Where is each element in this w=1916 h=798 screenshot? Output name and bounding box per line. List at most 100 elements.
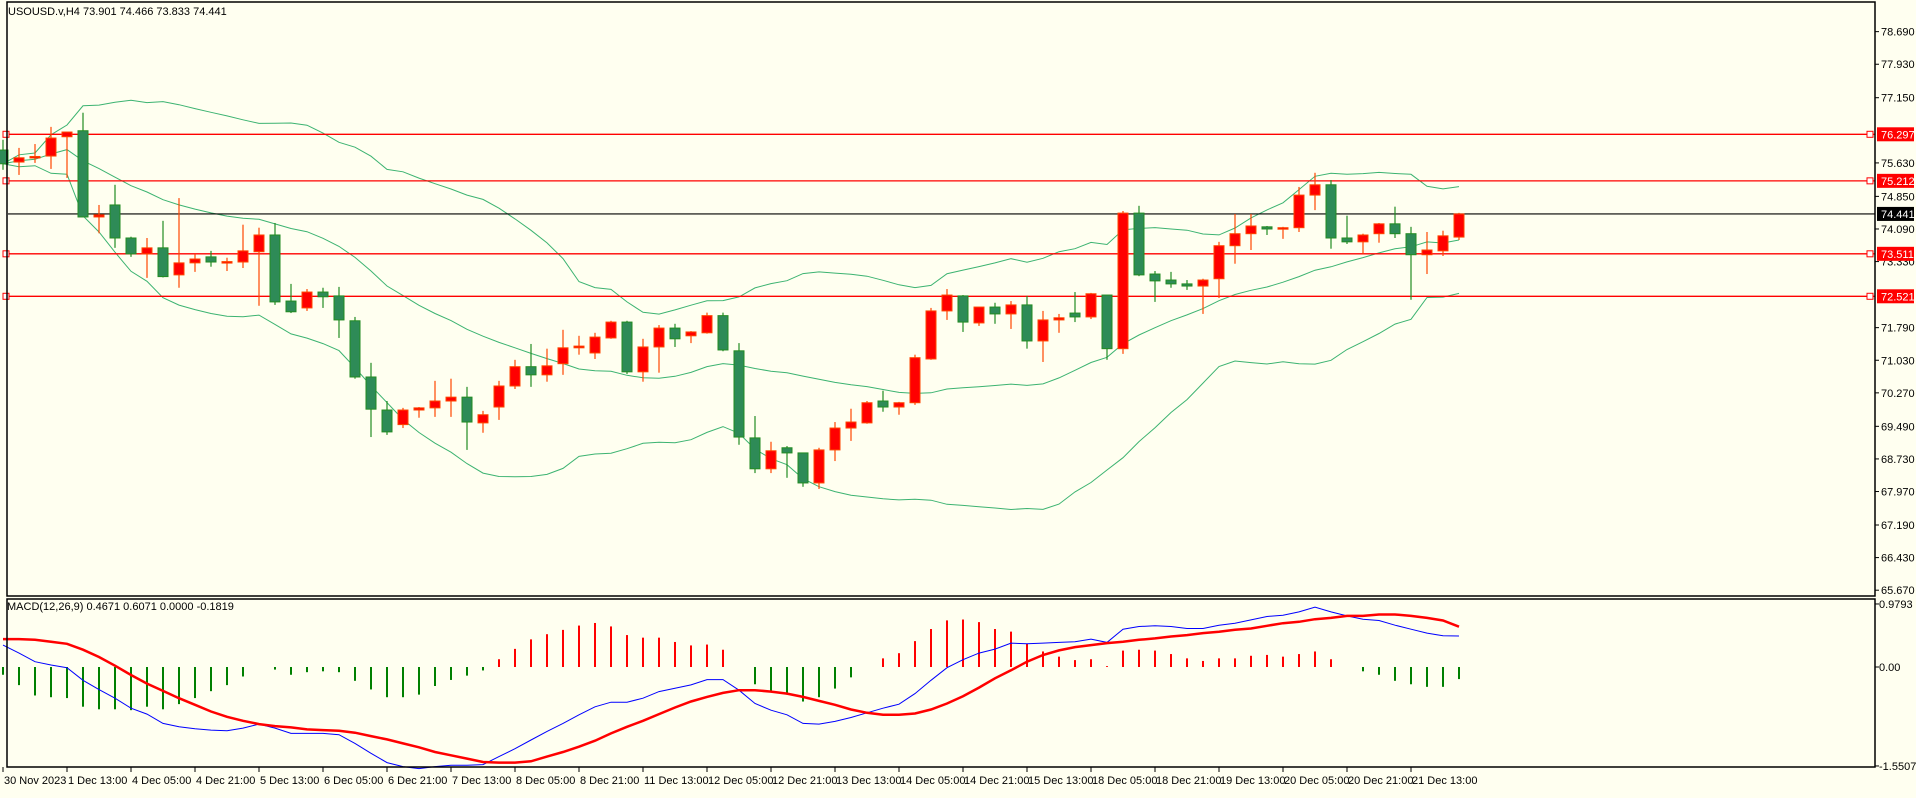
candle-body bbox=[397, 409, 409, 426]
candle-body bbox=[1197, 279, 1209, 287]
candle-body bbox=[573, 345, 585, 349]
time-axis-label: 30 Nov 2023 bbox=[4, 775, 66, 787]
candle bbox=[605, 320, 617, 339]
candle-body bbox=[797, 452, 809, 484]
candle-body bbox=[221, 261, 233, 264]
candle-body bbox=[925, 310, 937, 360]
candle bbox=[621, 320, 633, 374]
candle bbox=[1117, 210, 1129, 354]
candle-body bbox=[781, 447, 793, 454]
candle-body bbox=[429, 400, 441, 409]
candle-body bbox=[685, 331, 697, 337]
candle-body bbox=[1389, 223, 1401, 235]
candle-body bbox=[1437, 235, 1449, 252]
time-axis-label: 6 Dec 05:00 bbox=[324, 775, 383, 787]
candle bbox=[701, 312, 713, 334]
candle-body bbox=[557, 347, 569, 365]
candle-body bbox=[269, 234, 281, 303]
candle bbox=[717, 312, 729, 352]
time-axis-label: 4 Dec 21:00 bbox=[196, 775, 255, 787]
time-axis-label: 4 Dec 05:00 bbox=[132, 775, 191, 787]
level-price-label: 72.521 bbox=[1881, 291, 1915, 303]
candle-body bbox=[525, 366, 537, 376]
time-axis-label: 18 Dec 05:00 bbox=[1092, 775, 1157, 787]
price-axis-label: 65.670 bbox=[1881, 585, 1915, 597]
candle-body bbox=[413, 407, 425, 411]
candle-body bbox=[1453, 213, 1465, 238]
level-handle-right bbox=[1866, 177, 1874, 185]
candle-body bbox=[701, 315, 713, 334]
candle-body bbox=[285, 300, 297, 313]
candle bbox=[909, 354, 921, 405]
price-axis-label: 67.190 bbox=[1881, 520, 1915, 532]
time-axis-label: 20 Dec 21:00 bbox=[1348, 775, 1413, 787]
level-handle-left bbox=[2, 177, 10, 185]
candle-body bbox=[733, 350, 745, 438]
candle-body bbox=[333, 295, 345, 321]
time-axis-label: 15 Dec 13:00 bbox=[1028, 775, 1093, 787]
level-handle-right bbox=[1866, 130, 1874, 138]
candle-body bbox=[29, 155, 41, 159]
trading-chart[interactable]: 78.69077.93077.15075.63074.85074.09073.3… bbox=[0, 0, 1916, 798]
candle-body bbox=[765, 450, 777, 470]
candle-body bbox=[973, 306, 985, 324]
price-axis-label: 74.090 bbox=[1881, 224, 1915, 236]
candle bbox=[397, 407, 409, 429]
candle-body bbox=[477, 414, 489, 424]
candle-body bbox=[957, 295, 969, 323]
macd-axis-label: -1.5507 bbox=[1879, 761, 1916, 773]
candle-body bbox=[77, 130, 89, 218]
candle-body bbox=[1261, 226, 1273, 230]
candle bbox=[813, 447, 825, 489]
candle-body bbox=[909, 357, 921, 404]
time-axis-label: 1 Dec 13:00 bbox=[68, 775, 127, 787]
symbol-info: USOUSD.v,H4 73.901 74.466 73.833 74.441 bbox=[8, 6, 227, 18]
candle bbox=[973, 306, 985, 326]
candle-body bbox=[1373, 223, 1385, 235]
candle-body bbox=[1181, 283, 1193, 287]
candle-body bbox=[1277, 227, 1289, 230]
candle-body bbox=[1405, 233, 1417, 256]
candle-body bbox=[1005, 304, 1017, 315]
macd-axis-label: 0.00 bbox=[1879, 662, 1900, 674]
current-price-label: 74.441 bbox=[1881, 209, 1915, 221]
price-axis-label: 77.930 bbox=[1881, 59, 1915, 71]
candle-body bbox=[1037, 319, 1049, 342]
candle-body bbox=[1421, 249, 1433, 256]
candle bbox=[301, 289, 313, 311]
candle-body bbox=[813, 449, 825, 484]
time-axis-label: 8 Dec 05:00 bbox=[516, 775, 575, 787]
candle-body bbox=[173, 262, 185, 276]
candle bbox=[1453, 212, 1465, 241]
price-axis-label: 75.630 bbox=[1881, 158, 1915, 170]
candle bbox=[733, 343, 745, 445]
candle-body bbox=[621, 321, 633, 373]
candle-body bbox=[605, 321, 617, 339]
price-axis-label: 71.030 bbox=[1881, 355, 1915, 367]
candle-body bbox=[749, 437, 761, 470]
time-axis-label: 7 Dec 13:00 bbox=[452, 775, 511, 787]
candle-body bbox=[381, 409, 393, 433]
candle bbox=[1133, 205, 1145, 277]
time-axis-label: 20 Dec 05:00 bbox=[1284, 775, 1349, 787]
price-axis-label: 74.850 bbox=[1881, 191, 1915, 203]
price-axis-label: 77.150 bbox=[1881, 93, 1915, 105]
candle-body bbox=[717, 315, 729, 351]
candle-body bbox=[189, 258, 201, 264]
level-price-label: 76.297 bbox=[1881, 129, 1915, 141]
candle-body bbox=[509, 366, 521, 387]
candle-body bbox=[877, 400, 889, 408]
candle bbox=[861, 401, 873, 424]
level-price-label: 73.511 bbox=[1881, 249, 1914, 261]
candle-body bbox=[237, 250, 249, 263]
candle-body bbox=[125, 237, 137, 255]
time-axis-label: 12 Dec 21:00 bbox=[772, 775, 837, 787]
candle-body bbox=[445, 396, 457, 402]
candle-body bbox=[93, 214, 105, 218]
time-axis-label: 14 Dec 05:00 bbox=[900, 775, 965, 787]
candle bbox=[349, 316, 361, 379]
candle-body bbox=[637, 346, 649, 373]
time-axis-label: 8 Dec 21:00 bbox=[580, 775, 639, 787]
candle-body bbox=[493, 385, 505, 408]
candle-body bbox=[541, 365, 553, 376]
